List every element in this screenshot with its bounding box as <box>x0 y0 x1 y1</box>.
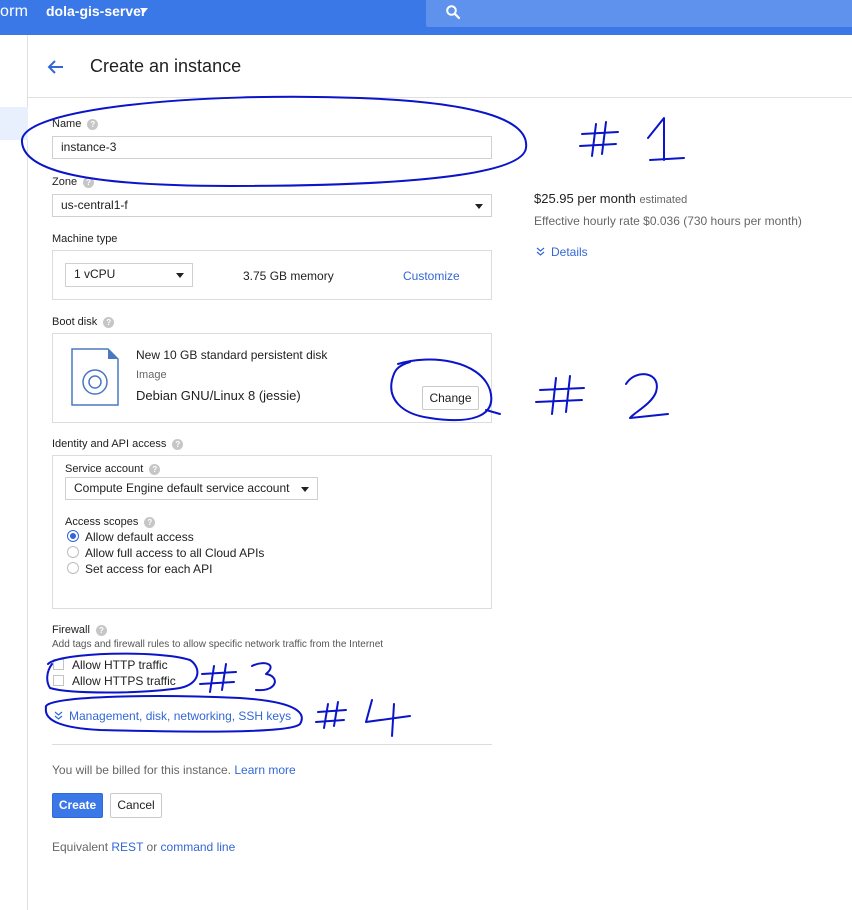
rest-link[interactable]: REST <box>111 840 143 854</box>
management-link[interactable]: Management, disk, networking, SSH keys <box>69 709 291 723</box>
name-label: Name? <box>52 118 99 130</box>
price-text: $25.95 per month estimated <box>534 191 688 206</box>
boot-disk-image-label: Image <box>136 369 167 381</box>
zone-select[interactable]: us-central1-f <box>52 194 492 217</box>
cancel-button[interactable]: Cancel <box>110 793 162 818</box>
left-nav-selected-item[interactable] <box>0 107 28 140</box>
cpu-select[interactable]: 1 vCPU <box>65 263 193 287</box>
zone-label: Zone? <box>52 176 95 188</box>
identity-label: Identity and API access? <box>52 438 184 450</box>
back-arrow-icon[interactable] <box>46 57 66 77</box>
allow-https-checkbox[interactable] <box>53 675 64 686</box>
customize-link[interactable]: Customize <box>403 269 460 283</box>
annotation-hash-4 <box>315 701 347 729</box>
project-selector[interactable]: dola-gis-server <box>46 3 146 19</box>
help-icon[interactable]: ? <box>83 177 95 188</box>
access-scopes-label: Access scopes? <box>65 516 156 528</box>
page-title: Create an instance <box>90 56 242 76</box>
scope-default-radio[interactable] <box>67 530 79 542</box>
app-bar: orm dola-gis-server <box>0 0 852 35</box>
left-nav <box>0 35 28 910</box>
page-header: Create an instance <box>28 35 852 98</box>
details-link[interactable]: Details <box>551 245 588 259</box>
service-account-select[interactable]: Compute Engine default service account <box>65 477 318 500</box>
equivalent-text: Equivalent REST or command line <box>52 840 236 854</box>
boot-disk-card: New 10 GB standard persistent disk Image… <box>52 333 492 423</box>
annotation-digit-1 <box>647 117 685 161</box>
firewall-label: Firewall? <box>52 624 107 636</box>
caret-down-icon <box>475 204 483 209</box>
service-account-value: Compute Engine default service account <box>74 481 290 495</box>
boot-disk-label: Boot disk? <box>52 316 115 328</box>
cpu-select-value: 1 vCPU <box>74 267 116 281</box>
help-icon[interactable]: ? <box>149 464 161 475</box>
caret-down-icon[interactable] <box>140 8 148 13</box>
annotation-digit-4 <box>365 699 411 737</box>
scope-full-radio[interactable] <box>67 546 79 558</box>
change-disk-button[interactable]: Change <box>422 386 479 410</box>
allow-https-label[interactable]: Allow HTTPS traffic <box>72 674 176 688</box>
identity-card: Service account? Compute Engine default … <box>52 455 492 609</box>
firewall-description: Add tags and firewall rules to allow spe… <box>52 639 384 650</box>
estimated-label: estimated <box>639 194 688 206</box>
divider <box>52 744 492 745</box>
scope-default-label[interactable]: Allow default access <box>85 530 194 544</box>
caret-down-icon <box>301 487 309 492</box>
annotation-hash-2 <box>535 375 585 415</box>
learn-more-link[interactable]: Learn more <box>234 763 295 777</box>
annotation-digit-3 <box>251 662 276 692</box>
billing-note: You will be billed for this instance. Le… <box>52 763 296 777</box>
hourly-rate-text: Effective hourly rate $0.036 (730 hours … <box>534 214 802 228</box>
help-icon[interactable]: ? <box>103 317 115 328</box>
service-account-label: Service account? <box>65 463 161 475</box>
name-input[interactable]: instance-3 <box>52 136 492 159</box>
help-icon[interactable]: ? <box>95 625 107 636</box>
machine-type-label: Machine type <box>52 233 118 245</box>
annotation-hash-1 <box>579 121 619 157</box>
boot-disk-image-value: Debian GNU/Linux 8 (jessie) <box>136 388 301 403</box>
app-brand: orm <box>0 3 29 20</box>
machine-type-card: 1 vCPU 3.75 GB memory Customize <box>52 250 492 300</box>
scope-each-label[interactable]: Set access for each API <box>85 562 212 576</box>
search-bar[interactable] <box>426 0 852 27</box>
command-line-link[interactable]: command line <box>161 840 236 854</box>
scope-full-label[interactable]: Allow full access to all Cloud APIs <box>85 546 264 560</box>
annotation-hash-3 <box>199 663 237 693</box>
name-input-value: instance-3 <box>61 140 117 154</box>
memory-text: 3.75 GB memory <box>243 269 334 283</box>
chevron-double-down-icon[interactable] <box>54 711 63 720</box>
allow-http-checkbox[interactable] <box>53 659 64 670</box>
caret-down-icon <box>176 273 184 278</box>
disk-image-icon <box>71 348 119 406</box>
allow-http-label[interactable]: Allow HTTP traffic <box>72 658 168 672</box>
create-button[interactable]: Create <box>52 793 103 818</box>
zone-select-value: us-central1-f <box>61 198 128 212</box>
chevron-double-down-icon[interactable] <box>536 247 545 256</box>
help-icon[interactable]: ? <box>87 119 99 130</box>
help-icon[interactable]: ? <box>172 439 184 450</box>
search-icon[interactable] <box>445 4 461 20</box>
boot-disk-description: New 10 GB standard persistent disk <box>136 348 328 362</box>
annotation-digit-2 <box>625 373 669 419</box>
scope-each-radio[interactable] <box>67 562 79 574</box>
help-icon[interactable]: ? <box>144 517 156 528</box>
